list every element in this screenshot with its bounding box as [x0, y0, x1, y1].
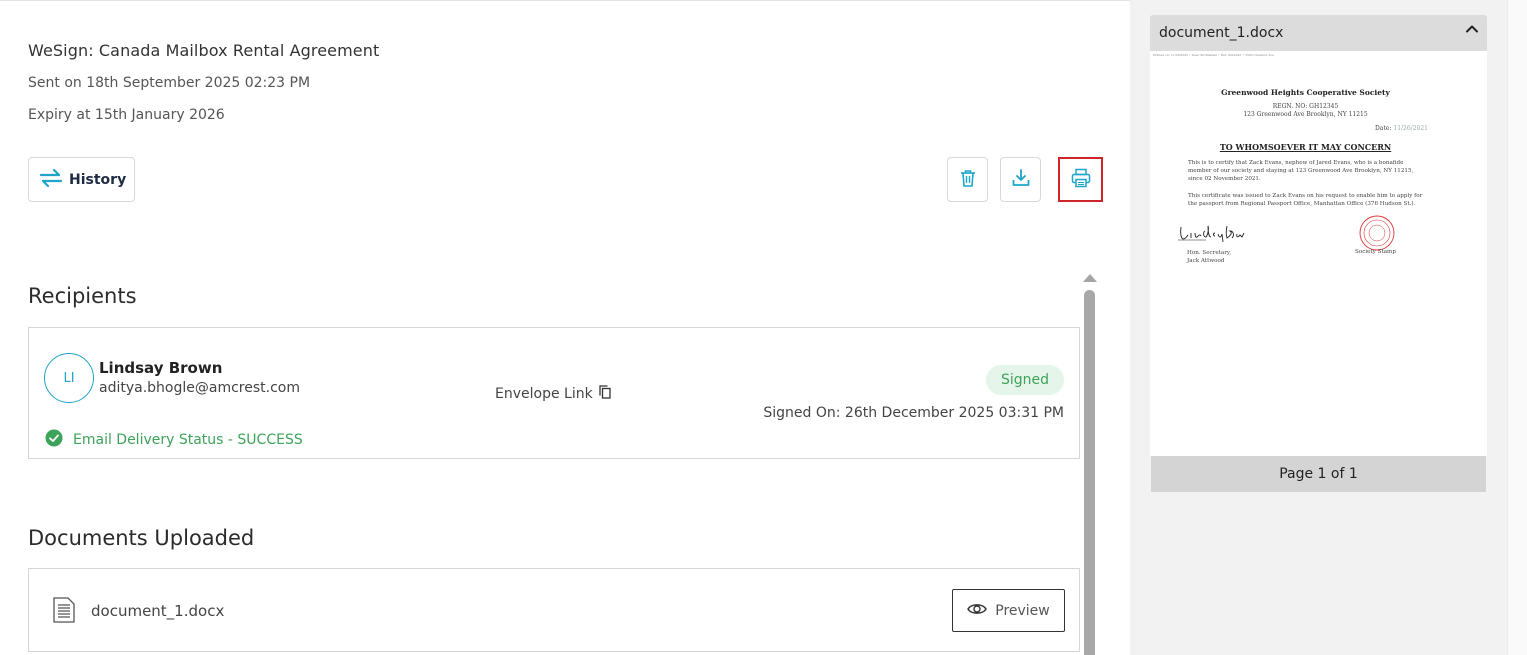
- sent-on-text: Sent on 18th September 2025 02:23 PM: [28, 75, 311, 91]
- recipient-email: aditya.bhogle@amcrest.com: [99, 380, 300, 396]
- printer-icon: [1071, 168, 1091, 192]
- chevron-up-icon[interactable]: [1465, 21, 1479, 40]
- top-divider: [0, 0, 1130, 1]
- page-paragraph-2: This certificate was issued to Zack Evan…: [1188, 193, 1423, 207]
- check-circle-icon: [45, 429, 63, 451]
- page-org-name: Greenwood Heights Cooperative Society: [1221, 88, 1390, 97]
- recipient-name: Lindsay Brown: [99, 359, 223, 377]
- page-secretary-line2: Jack Attwood: [1187, 257, 1225, 264]
- expiry-text: Expiry at 15th January 2026: [28, 107, 225, 123]
- trash-icon: [960, 169, 976, 191]
- viewer-file-name: document_1.docx: [1159, 25, 1284, 41]
- page-secretary-line1: Hon. Secretary,: [1187, 250, 1232, 256]
- document-page-preview: Printed on: 11/26/2025 • Dear Sir/Madam …: [1150, 51, 1487, 456]
- history-button[interactable]: History: [28, 157, 135, 202]
- envelope-link-label: Envelope Link: [495, 386, 593, 402]
- page-indicator: Page 1 of 1: [1151, 456, 1486, 492]
- page-address: 123 Greenwood Ave Brooklyn, NY 11215: [1243, 111, 1368, 118]
- download-button[interactable]: [1000, 157, 1041, 202]
- signed-on-text: Signed On: 26th December 2025 03:31 PM: [763, 405, 1064, 421]
- page-date-label: Date:: [1375, 125, 1392, 132]
- page-regn: REGN. NO: GH12345: [1272, 103, 1339, 110]
- avatar: LI: [44, 353, 94, 403]
- page-date: Date: 11/26/2021: [1375, 125, 1428, 132]
- viewer-header[interactable]: document_1.docx: [1150, 15, 1487, 51]
- viewer-scrollbar[interactable]: [1507, 0, 1527, 655]
- document-icon: [53, 597, 75, 627]
- status-badge: Signed: [986, 365, 1064, 395]
- preview-button[interactable]: Preview: [952, 589, 1065, 632]
- page-stamp-label: Society Stamp: [1355, 249, 1396, 255]
- page-heading: TO WHOMSOEVER IT MAY CONCERN: [1219, 142, 1392, 152]
- documents-heading: Documents Uploaded: [28, 526, 255, 550]
- download-icon: [1012, 168, 1030, 191]
- envelope-link[interactable]: Envelope Link: [495, 385, 611, 403]
- delivery-status: Email Delivery Status - SUCCESS: [45, 429, 303, 451]
- handwritten-signature: [1178, 223, 1248, 249]
- copy-icon[interactable]: [599, 385, 611, 403]
- eye-icon: [967, 602, 988, 620]
- swap-arrows-icon: [39, 168, 63, 192]
- page-date-value: 11/26/2021: [1393, 125, 1428, 132]
- recipients-heading: Recipients: [28, 284, 137, 308]
- history-label: History: [69, 171, 127, 188]
- document-row: document_1.docx Preview: [28, 568, 1080, 652]
- print-button[interactable]: [1058, 157, 1103, 202]
- delete-button[interactable]: [947, 157, 988, 202]
- page-secretary: Hon. Secretary, Jack Attwood: [1187, 250, 1231, 265]
- scrollbar-thumb[interactable]: [1084, 290, 1095, 655]
- page-tiny-header: Printed on: 11/26/2025 • Dear Sir/Madam …: [1153, 53, 1274, 57]
- page-paragraph-1: This is to certify that Zack Evans, neph…: [1188, 160, 1414, 182]
- delivery-status-text: Email Delivery Status - SUCCESS: [73, 432, 303, 448]
- preview-label: Preview: [995, 602, 1050, 619]
- scroll-up-arrow[interactable]: [1083, 274, 1097, 282]
- document-name: document_1.docx: [91, 602, 225, 620]
- envelope-title: WeSign: Canada Mailbox Rental Agreement: [28, 41, 380, 60]
- recipient-card: LI Lindsay Brown aditya.bhogle@amcrest.c…: [28, 327, 1080, 459]
